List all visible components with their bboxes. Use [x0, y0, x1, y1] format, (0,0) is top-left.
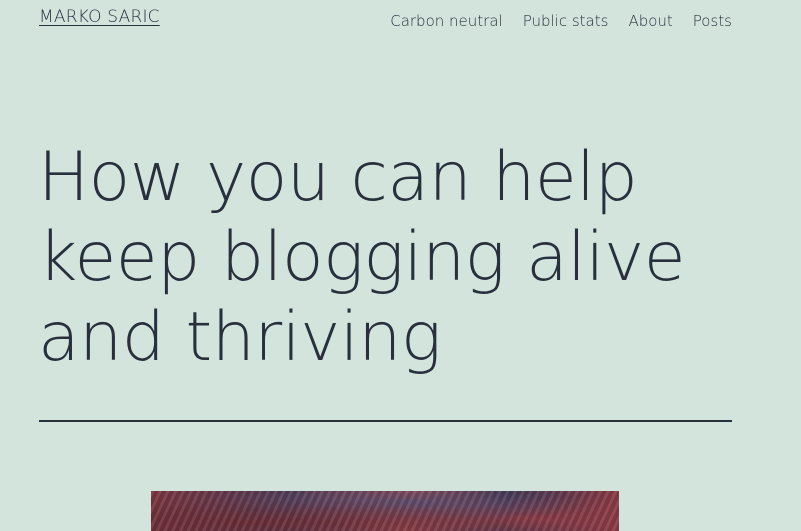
nav-item-public-stats[interactable]: Public stats — [523, 12, 609, 30]
post-title-line-2: keep blogging alive — [38, 218, 686, 297]
post-title-line-1: How you can help — [38, 138, 638, 217]
featured-image — [151, 491, 619, 531]
title-separator — [39, 420, 732, 422]
post-title: How you can help keep blogging alive and… — [38, 138, 758, 378]
post-title-line-3: and thriving — [38, 298, 442, 377]
nav-item-about[interactable]: About — [628, 12, 672, 30]
primary-nav: Carbon neutral Public stats About Posts — [390, 12, 732, 30]
site-title-link[interactable]: MARKO SARIC — [39, 7, 160, 27]
nav-item-posts[interactable]: Posts — [693, 12, 732, 30]
nav-item-carbon-neutral[interactable]: Carbon neutral — [390, 12, 502, 30]
